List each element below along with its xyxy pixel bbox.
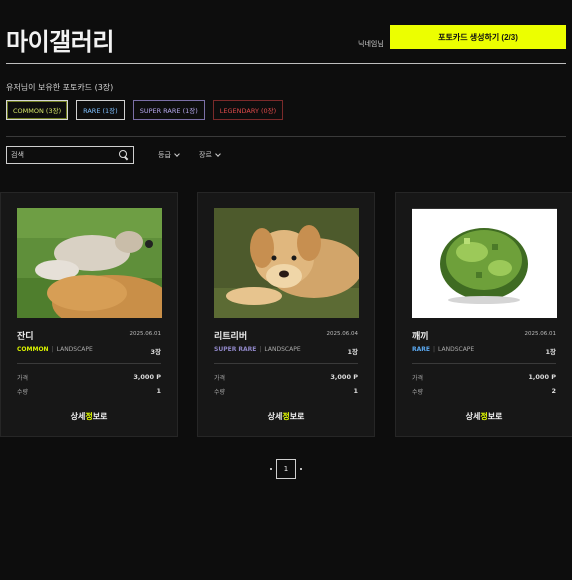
grade-filter-chips: COMMON (3장) RARE (1장) SUPER RARE (1장) LE… <box>6 100 284 120</box>
detail-text-b: 보로 <box>487 412 503 421</box>
meta-separator: | <box>51 346 54 353</box>
card-name: 리트리버 <box>214 332 248 342</box>
grade-chip-rare[interactable]: RARE (1장) <box>76 100 125 120</box>
card-name: 잔디 <box>17 332 34 342</box>
pager-prev-tick[interactable] <box>270 468 272 470</box>
genre-dropdown-label: 장르 <box>199 151 212 159</box>
user-nickname: 닉네임님 <box>358 40 384 48</box>
detail-text-highlight: 정 <box>480 412 488 421</box>
card-name: 깨끼 <box>412 332 429 342</box>
price-label: 가격 <box>412 375 424 382</box>
detail-text-b: 보로 <box>92 412 108 421</box>
detail-text-highlight: 정 <box>85 412 93 421</box>
grade-chip-super-rare[interactable]: SUPER RARE (1장) <box>132 100 205 120</box>
card-meta: SUPER RARE | LANDSCAPE <box>214 346 301 353</box>
card-detail-button[interactable]: 상세정보로 <box>198 411 374 422</box>
page-title: 마이갤러리 <box>6 28 114 56</box>
pixel-bush-icon <box>412 208 557 318</box>
meta-separator: | <box>432 346 436 353</box>
card-grade: RARE <box>412 346 430 353</box>
card-image-bush <box>412 208 557 318</box>
price-value: 3,000 P <box>133 373 161 381</box>
card-divider <box>412 363 556 364</box>
chevron-down-icon <box>215 151 221 157</box>
card-meta: RARE | LANDSCAPE <box>412 346 474 353</box>
quantity-value: 1 <box>156 387 161 395</box>
filter-divider <box>6 136 566 137</box>
card-count: 1장 <box>347 348 358 356</box>
card-meta: COMMON | LANDSCAPE <box>17 346 93 353</box>
photocard-grid: 잔디 2025.06.01 COMMON | LANDSCAPE 3장 가격 3… <box>0 192 572 438</box>
card-date: 2025.06.01 <box>129 331 162 337</box>
quantity-label: 수량 <box>214 389 226 396</box>
search-icon[interactable] <box>119 150 129 160</box>
pagination-current-page[interactable]: 1 <box>276 459 296 479</box>
grade-dropdown-label: 등급 <box>158 151 171 159</box>
card-divider <box>17 363 161 364</box>
photocard[interactable]: 잔디 2025.06.01 COMMON | LANDSCAPE 3장 가격 3… <box>0 192 178 437</box>
card-date: 2025.06.04 <box>326 331 359 337</box>
genre-dropdown[interactable]: 장르 <box>199 150 221 160</box>
retriever-photo-icon <box>214 208 359 318</box>
detail-text-a: 상세 <box>70 412 86 421</box>
card-divider <box>214 363 358 364</box>
card-detail-button[interactable]: 상세정보로 <box>1 411 177 422</box>
price-label: 가격 <box>214 375 226 382</box>
price-value: 1,000 P <box>528 373 556 381</box>
create-photocard-button[interactable]: 포토카드 생성하기 (2/3) <box>390 25 566 49</box>
chevron-down-icon <box>174 151 180 157</box>
header-divider <box>6 63 566 64</box>
card-count: 3장 <box>150 348 161 356</box>
quantity-value: 1 <box>353 387 358 395</box>
card-count: 1장 <box>545 348 556 356</box>
meta-separator: | <box>259 346 262 353</box>
card-genre: LANDSCAPE <box>56 346 93 353</box>
quantity-label: 수량 <box>17 389 29 396</box>
card-genre: LANDSCAPE <box>438 346 475 353</box>
grade-chip-common[interactable]: COMMON (3장) <box>6 100 69 120</box>
detail-text-b: 보로 <box>289 412 305 421</box>
card-grade: SUPER RARE <box>214 346 257 353</box>
dog-photo-icon <box>17 208 162 318</box>
grade-dropdown[interactable]: 등급 <box>158 150 180 160</box>
photocard[interactable]: 깨끼 2025.06.01 RARE | LANDSCAPE 1장 가격 1,0… <box>395 192 572 437</box>
card-image-grass <box>17 208 162 318</box>
detail-text-a: 상세 <box>267 412 283 421</box>
search-box <box>6 146 134 164</box>
grade-chip-legendary[interactable]: LEGENDARY (0장) <box>212 100 284 120</box>
photocard[interactable]: 리트리버 2025.06.04 SUPER RARE | LANDSCAPE 1… <box>197 192 375 437</box>
quantity-value: 2 <box>551 387 556 395</box>
card-genre: LANDSCAPE <box>264 346 301 353</box>
owned-cards-label: 유저님이 보유한 포토카드 (3장) <box>6 83 114 92</box>
detail-text-a: 상세 <box>465 412 481 421</box>
detail-text-highlight: 정 <box>282 412 290 421</box>
card-detail-button[interactable]: 상세정보로 <box>396 411 572 422</box>
price-value: 3,000 P <box>330 373 358 381</box>
card-date: 2025.06.01 <box>524 331 557 337</box>
quantity-label: 수량 <box>412 389 424 396</box>
search-input[interactable] <box>11 151 119 159</box>
card-grade: COMMON <box>17 346 49 353</box>
header: 마이갤러리 닉네임님 포토카드 생성하기 (2/3) <box>6 20 566 60</box>
pager-next-tick[interactable] <box>300 468 302 470</box>
card-image-retriever <box>214 208 359 318</box>
price-label: 가격 <box>17 375 29 382</box>
